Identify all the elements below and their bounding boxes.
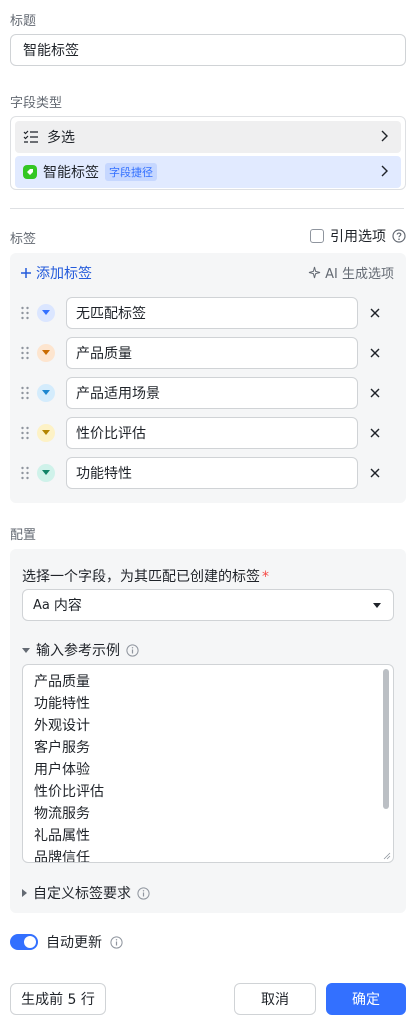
field-type-ai-tag[interactable]: 智能标签 字段捷径 — [15, 156, 401, 188]
tag-name-input[interactable]: 产品适用场景 — [66, 377, 358, 409]
example-line: 品牌信任 — [34, 850, 90, 863]
textarea-scrollbar[interactable] — [383, 669, 389, 809]
tag-row: 性价比评估 — [10, 417, 406, 449]
title-input[interactable]: 智能标签 — [10, 34, 406, 66]
reference-option-label: 引用选项 — [330, 229, 386, 245]
field-type-label: 字段类型 — [10, 96, 63, 111]
example-line: 产品质量 — [34, 674, 90, 690]
caret-down-icon — [373, 603, 381, 608]
info-icon[interactable] — [126, 643, 139, 657]
examples-toggle[interactable]: 输入参考示例 — [22, 640, 139, 660]
field-select-value: 内容 — [53, 598, 82, 614]
config-section-label: 配置 — [10, 528, 37, 543]
tag-panel: 添加标签 AI 生成选项 无匹配标签产品质量产品适用场景 性价比评估功能特性 — [10, 253, 406, 503]
auto-update-label: 自动更新 — [46, 935, 102, 951]
example-line: 性价比评估 — [34, 784, 104, 800]
chevron-right-icon — [381, 130, 388, 142]
examples-textarea[interactable]: 产品质量功能特性外观设计客户服务用户体验性价比评估物流服务礼品属性品牌信任 — [22, 664, 394, 863]
reference-option-checkbox[interactable] — [310, 229, 324, 243]
auto-update-toggle[interactable] — [10, 934, 38, 950]
tag-row: 功能特性 — [10, 457, 406, 489]
custom-requirement-label: 自定义标签要求 — [33, 886, 131, 902]
resize-handle-icon[interactable] — [383, 852, 391, 860]
generate-preview-button[interactable]: 生成前 5 行 — [10, 983, 106, 1015]
title-input-value: 智能标签 — [23, 43, 79, 59]
tag-name-value: 产品适用场景 — [76, 386, 160, 402]
custom-requirement-toggle[interactable]: 自定义标签要求 — [22, 883, 150, 903]
field-select-question: 选择一个字段，为其匹配已创建的标签 * — [22, 566, 269, 586]
close-icon[interactable] — [368, 386, 382, 400]
caret-down-icon — [42, 350, 50, 355]
chevron-right-icon — [381, 165, 388, 177]
examples-toggle-label: 输入参考示例 — [36, 643, 120, 659]
tag-name-input[interactable]: 功能特性 — [66, 457, 358, 489]
close-icon[interactable] — [368, 346, 382, 360]
tag-name-input[interactable]: 产品质量 — [66, 337, 358, 369]
tag-row: 无匹配标签 — [10, 297, 406, 329]
tag-row: 产品质量 — [10, 337, 406, 369]
tag-color-picker[interactable] — [37, 304, 55, 322]
ai-generate-button[interactable]: AI 生成选项 — [308, 263, 394, 282]
tag-color-picker[interactable] — [37, 464, 55, 482]
caret-down-icon — [42, 310, 50, 315]
tag-name-value: 无匹配标签 — [76, 306, 146, 322]
tag-name-value: 产品质量 — [76, 346, 132, 362]
tag-name-input[interactable]: 性价比评估 — [66, 417, 358, 449]
drag-handle-icon[interactable] — [20, 386, 30, 400]
field-select-question-text: 选择一个字段，为其匹配已创建的标签 — [22, 569, 260, 585]
caret-down-icon — [42, 390, 50, 395]
field-type-primary-label: 多选 — [47, 130, 75, 146]
config-panel: 选择一个字段，为其匹配已创建的标签 * Aa 内容 输入参考示例 产品质量功能特性… — [10, 549, 406, 913]
tag-name-value: 功能特性 — [76, 466, 132, 482]
info-icon[interactable] — [110, 935, 123, 949]
required-mark: * — [262, 569, 269, 585]
ai-generate-label: AI 生成选项 — [325, 267, 394, 282]
field-type-multi-select[interactable]: 多选 — [15, 121, 401, 153]
field-type-secondary-label: 智能标签 — [43, 165, 99, 181]
multi-select-icon — [23, 130, 38, 143]
ai-tag-icon — [23, 165, 37, 179]
plus-icon — [21, 268, 31, 278]
tags-section-label: 标签 — [10, 232, 37, 247]
close-icon[interactable] — [368, 306, 382, 320]
text-field-icon: Aa — [33, 597, 50, 613]
example-line: 客户服务 — [34, 740, 90, 756]
confirm-button[interactable]: 确定 — [326, 983, 406, 1015]
close-icon[interactable] — [368, 426, 382, 440]
caret-down-icon — [42, 470, 50, 475]
triangle-down-icon — [22, 647, 30, 653]
caret-down-icon — [42, 430, 50, 435]
drag-handle-icon[interactable] — [20, 426, 30, 440]
auto-update: 自动更新 — [10, 932, 123, 952]
tag-color-picker[interactable] — [37, 344, 55, 362]
tag-name-value: 性价比评估 — [76, 426, 146, 442]
example-line: 礼品属性 — [34, 828, 90, 844]
title-section-label: 标题 — [10, 14, 37, 29]
field-type-card: 多选 智能标签 字段捷径 — [10, 116, 406, 190]
shortcut-badge: 字段捷径 — [105, 163, 157, 181]
info-icon[interactable] — [137, 886, 150, 900]
example-line: 物流服务 — [34, 806, 90, 822]
field-select[interactable]: Aa 内容 — [22, 589, 394, 621]
add-tag-label: 添加标签 — [36, 266, 92, 282]
add-tag-button[interactable]: 添加标签 — [20, 263, 92, 283]
example-line: 外观设计 — [34, 718, 90, 734]
triangle-right-icon — [22, 889, 27, 897]
reference-option[interactable]: 引用选项 — [310, 226, 406, 246]
tag-color-picker[interactable] — [37, 384, 55, 402]
close-icon[interactable] — [368, 466, 382, 480]
section-divider — [10, 208, 404, 209]
cancel-button[interactable]: 取消 — [234, 983, 316, 1015]
example-line: 用户体验 — [34, 762, 90, 778]
tag-color-picker[interactable] — [37, 424, 55, 442]
drag-handle-icon[interactable] — [20, 466, 30, 480]
tag-name-input[interactable]: 无匹配标签 — [66, 297, 358, 329]
drag-handle-icon[interactable] — [20, 346, 30, 360]
sparkle-icon — [309, 266, 321, 279]
example-line: 功能特性 — [34, 696, 90, 712]
help-icon[interactable] — [392, 229, 406, 243]
tag-row: 产品适用场景 — [10, 377, 406, 409]
drag-handle-icon[interactable] — [20, 306, 30, 320]
